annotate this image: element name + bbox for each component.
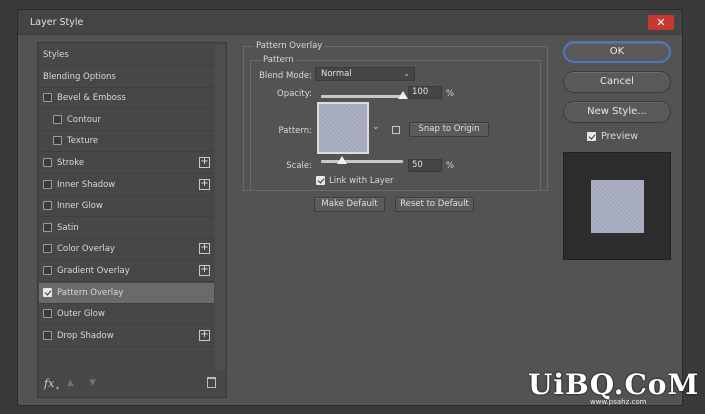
- scale-label: Scale:: [286, 161, 312, 171]
- style-item-outer-glow[interactable]: Outer Glow: [39, 304, 214, 326]
- close-button[interactable]: ✕: [648, 15, 674, 30]
- contour-checkbox[interactable]: [53, 114, 62, 124]
- pattern-label: Pattern:: [278, 126, 312, 136]
- inner-glow-checkbox[interactable]: [43, 201, 52, 211]
- scale-unit: %: [446, 161, 455, 171]
- preview-swatch: [591, 180, 644, 233]
- move-up-icon[interactable]: ▲: [67, 378, 74, 388]
- opacity-slider-handle[interactable]: [398, 91, 408, 99]
- preview-label: Preview: [601, 131, 638, 142]
- blend-mode-label: Blend Mode:: [259, 71, 312, 81]
- pattern-swatch[interactable]: [317, 102, 369, 154]
- title-bar[interactable]: Layer Style ✕: [18, 10, 682, 35]
- style-item-gradient-overlay[interactable]: Gradient Overlay +: [39, 261, 214, 282]
- style-item-blending-options[interactable]: Blending Options: [39, 67, 214, 88]
- style-item-label: Styles: [43, 50, 69, 60]
- reset-to-default-button[interactable]: Reset to Default: [395, 197, 474, 212]
- style-item-stroke[interactable]: Stroke +: [39, 153, 214, 174]
- move-down-icon[interactable]: ▼: [89, 378, 96, 388]
- opacity-label: Opacity:: [277, 89, 312, 99]
- add-drop-shadow-icon[interactable]: +: [199, 329, 210, 341]
- styles-list-footer: fx ▾ ▲ ▼: [38, 371, 226, 397]
- new-preset-icon[interactable]: [392, 126, 400, 134]
- opacity-input[interactable]: 100: [408, 86, 442, 99]
- style-item-label: Pattern Overlay: [57, 287, 124, 298]
- style-item-label: Color Overlay: [57, 244, 115, 255]
- style-item-label: Gradient Overlay: [57, 266, 130, 276]
- style-item-label: Bevel & Emboss: [57, 93, 126, 104]
- watermark-logo: UiBQ.CoM: [528, 368, 700, 401]
- style-item-label: Inner Glow: [57, 201, 103, 212]
- preview-area: [563, 152, 671, 260]
- blend-mode-select[interactable]: Normal ⌄: [315, 67, 415, 81]
- texture-checkbox[interactable]: [53, 136, 62, 146]
- bevel-emboss-checkbox[interactable]: [43, 93, 52, 103]
- blend-mode-value: Normal: [321, 69, 352, 79]
- styles-list-panel: Styles Blending Options Bevel & Emboss Cont…: [37, 42, 227, 398]
- satin-checkbox[interactable]: [43, 222, 52, 232]
- style-item-label: Contour: [67, 114, 101, 125]
- stroke-checkbox[interactable]: [43, 158, 52, 167]
- fx-caret-icon: ▾: [56, 385, 60, 392]
- drop-shadow-checkbox[interactable]: [43, 330, 52, 340]
- trash-icon[interactable]: [207, 377, 216, 388]
- layer-style-dialog: Layer Style ✕ Styles Blending Options Beve…: [17, 9, 683, 406]
- snap-to-origin-button[interactable]: Snap to Origin: [409, 122, 489, 137]
- style-item-inner-shadow[interactable]: Inner Shadow +: [39, 175, 214, 196]
- style-item-color-overlay[interactable]: Color Overlay +: [39, 239, 214, 261]
- gradient-overlay-checkbox[interactable]: [43, 266, 52, 275]
- make-default-button[interactable]: Make Default: [314, 197, 385, 212]
- opacity-unit: %: [446, 89, 455, 99]
- scale-slider-track[interactable]: [321, 160, 403, 163]
- fx-menu-icon[interactable]: fx: [44, 377, 54, 390]
- style-item-drop-shadow[interactable]: Drop Shadow +: [39, 326, 214, 347]
- add-gradient-overlay-icon[interactable]: +: [199, 265, 210, 276]
- style-item-bevel-emboss[interactable]: Bevel & Emboss: [39, 88, 214, 110]
- new-style-button[interactable]: New Style...: [563, 101, 671, 123]
- inner-shadow-checkbox[interactable]: [43, 179, 52, 189]
- outer-glow-checkbox[interactable]: [43, 309, 52, 319]
- style-item-label: Drop Shadow: [57, 330, 114, 341]
- style-item-pattern-overlay[interactable]: Pattern Overlay: [39, 282, 214, 304]
- scale-input[interactable]: 50: [408, 159, 442, 172]
- add-inner-shadow-icon[interactable]: +: [199, 178, 210, 190]
- pattern-picker-chevron-icon[interactable]: ⌄: [372, 122, 380, 132]
- style-item-satin[interactable]: Satin: [39, 218, 214, 239]
- style-item-inner-glow[interactable]: Inner Glow: [39, 196, 214, 218]
- style-item-styles[interactable]: Styles: [39, 45, 214, 66]
- preview-checkbox[interactable]: [587, 132, 596, 141]
- color-overlay-checkbox[interactable]: [43, 244, 52, 254]
- style-item-label: Texture: [67, 136, 99, 147]
- chevron-down-icon: ⌄: [403, 69, 410, 78]
- scale-slider-handle[interactable]: [336, 156, 347, 164]
- style-item-label: Inner Shadow: [57, 179, 116, 190]
- add-color-overlay-icon[interactable]: +: [199, 243, 210, 255]
- pattern-subgroup-title: Pattern: [261, 55, 296, 65]
- style-item-label: Stroke: [57, 158, 85, 168]
- styles-list-scrollbar[interactable]: [215, 45, 225, 370]
- pattern-overlay-title: Pattern Overlay: [254, 41, 325, 51]
- ok-button[interactable]: OK: [563, 41, 671, 63]
- style-item-texture[interactable]: Texture: [39, 131, 214, 153]
- cancel-button[interactable]: Cancel: [563, 71, 671, 93]
- style-item-label: Blending Options: [43, 71, 116, 82]
- dialog-title: Layer Style: [30, 17, 84, 28]
- link-with-layer-label: Link with Layer: [329, 176, 394, 186]
- pattern-overlay-checkbox[interactable]: [43, 287, 52, 297]
- link-with-layer-checkbox[interactable]: [316, 176, 325, 185]
- add-stroke-icon[interactable]: +: [199, 157, 210, 168]
- style-item-label: Satin: [57, 222, 79, 233]
- style-item-label: Outer Glow: [57, 309, 105, 320]
- watermark-url: www.psahz.com: [590, 398, 647, 406]
- opacity-slider-track[interactable]: [321, 95, 403, 98]
- style-item-contour[interactable]: Contour: [39, 110, 214, 131]
